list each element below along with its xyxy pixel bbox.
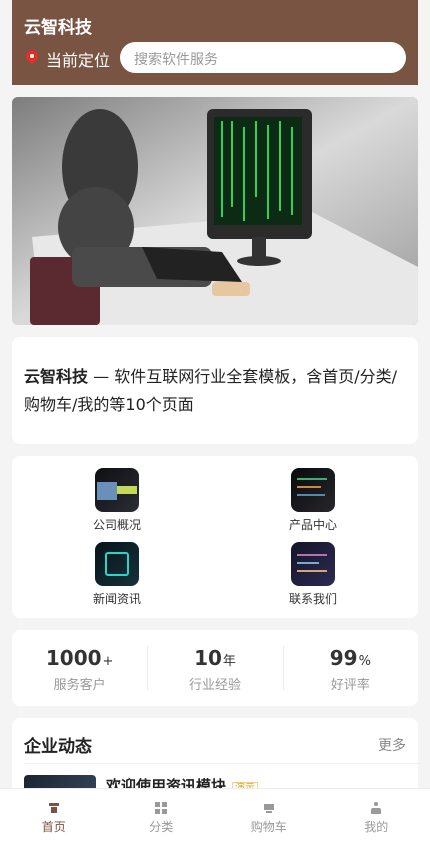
- menu-item-products[interactable]: 产品中心: [273, 468, 353, 533]
- user-icon: [370, 802, 382, 814]
- stat-unit: 年: [222, 654, 236, 669]
- tab-home[interactable]: 首页: [0, 789, 108, 844]
- tab-label: 购物车: [250, 820, 287, 834]
- tab-label: 首页: [41, 820, 66, 834]
- stat-experience: 10年 行业经验: [147, 630, 282, 706]
- location-label: 当前定位: [46, 51, 111, 70]
- news-section-title: 企业动态: [24, 737, 92, 757]
- menu-item-label: 公司概况: [92, 518, 141, 532]
- menu-item-contact[interactable]: 联系我们: [273, 542, 353, 607]
- tab-cart[interactable]: 购物车: [215, 789, 323, 844]
- stats-card: 1000+ 服务客户 10年 行业经验 99% 好评率: [12, 630, 418, 706]
- tab-label: 我的: [364, 820, 389, 834]
- stat-label: 行业经验: [188, 678, 241, 693]
- tab-category[interactable]: 分类: [108, 789, 216, 844]
- stat-value: 99: [329, 646, 358, 670]
- location-pin-icon: [24, 49, 40, 69]
- menu-item-company[interactable]: 公司概况: [77, 468, 157, 533]
- product-icon: [291, 468, 335, 512]
- current-location[interactable]: 当前定位: [24, 47, 110, 71]
- hero-banner[interactable]: [12, 97, 418, 325]
- hero-illustration: [12, 97, 418, 325]
- quick-menu: 公司概况 产品中心 新闻资讯 联系我们: [12, 456, 418, 618]
- cart-icon: [263, 802, 275, 814]
- stat-value: 1000: [45, 646, 102, 670]
- news-icon: [95, 542, 139, 586]
- news-more-link[interactable]: 更多: [378, 735, 406, 755]
- intro-brand: 云智科技: [24, 367, 89, 386]
- category-icon: [155, 802, 168, 814]
- stat-rating: 99% 好评率: [282, 630, 418, 706]
- company-icon: [95, 468, 139, 512]
- stat-value: 10: [194, 646, 222, 670]
- menu-item-news[interactable]: 新闻资讯: [77, 542, 157, 607]
- contact-icon: [291, 542, 335, 586]
- stat-unit: %: [358, 654, 371, 669]
- menu-item-label: 产品中心: [288, 518, 337, 532]
- stat-unit: +: [102, 654, 114, 669]
- top-header: 云智科技 当前定位 搜索软件服务: [12, 0, 418, 85]
- stat-label: 服务客户: [53, 678, 106, 693]
- intro-card: 云智科技 — 软件互联网行业全套模板，含首页/分类/购物车/我的等10个页面: [12, 337, 418, 444]
- menu-item-label: 新闻资讯: [92, 592, 141, 606]
- tab-mine[interactable]: 我的: [323, 789, 430, 844]
- menu-item-label: 联系我们: [288, 592, 337, 606]
- stat-customers: 1000+ 服务客户: [12, 630, 147, 706]
- bottom-tab-bar: 首页 分类 购物车 我的: [0, 788, 430, 844]
- home-icon: [48, 802, 60, 814]
- divider: [24, 763, 418, 764]
- tab-label: 分类: [149, 820, 174, 834]
- search-input[interactable]: 搜索软件服务: [120, 42, 406, 73]
- brand-title: 云智科技: [24, 18, 92, 38]
- stat-label: 好评率: [330, 678, 370, 693]
